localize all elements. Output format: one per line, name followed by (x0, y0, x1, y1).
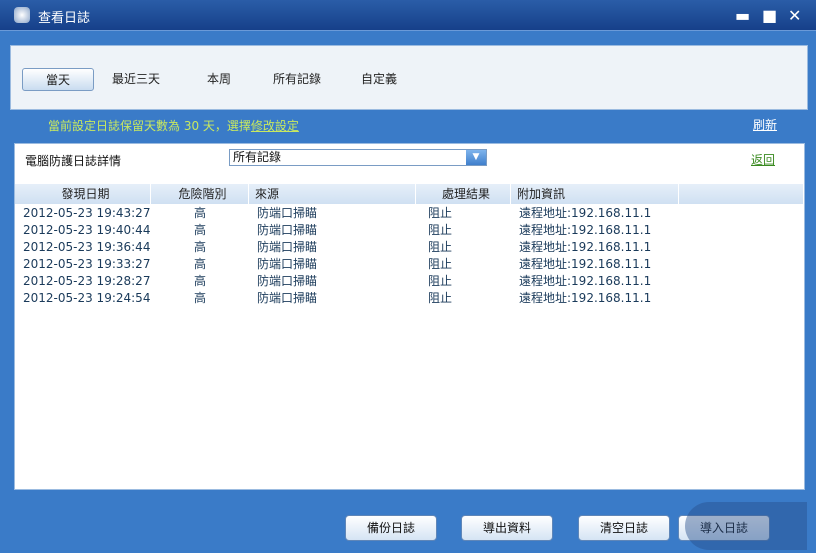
cell-date: 2012-05-23 19:28:27 (23, 274, 151, 288)
watermark-logo: ​ (685, 502, 807, 550)
table-row[interactable]: 2012-05-23 19:36:44 高 防端口掃瞄 阻止 遠程地址:192.168.… (15, 239, 804, 256)
clear-log-button[interactable]: 清空日誌 (578, 515, 670, 541)
log-rows: 2012-05-23 19:43:27 高防端口掃瞄 阻止 遠程地址:192.168.… (15, 205, 804, 307)
date-range-tabs: 當天 最近三天 本周 所有記錄 自定義 (10, 45, 808, 110)
cell-info: 遠程地址:192.168.11.1 (519, 206, 652, 220)
cell-info: 遠程地址:192.168.11.1 (519, 274, 652, 288)
log-detail-label: 電腦防護日誌詳情 (25, 154, 122, 168)
table-header: 發現日期 危險階別 來源 處理結果 附加資訊 (15, 184, 804, 204)
export-data-button[interactable]: 導出資料 (461, 515, 553, 541)
record-filter-select[interactable]: 所有記錄 ▼ (229, 149, 487, 166)
table-row[interactable]: 2012-05-23 19:43:27 高 防端口掃瞄 阻止 遠程地址:192.168.… (15, 205, 804, 222)
column-extra (679, 184, 804, 204)
title-bar: 查看日誌 ▬ ■ ✕ (0, 0, 816, 31)
tab-today[interactable]: 當天 (22, 68, 94, 91)
table-row[interactable]: 2012-05-23 19:40:44 高 防端口掃瞄 阻止 遠程地址:192.168.… (15, 222, 804, 239)
cell-source: 防端口掃瞄 (257, 291, 318, 305)
modify-settings-link[interactable]: 修改設定 (251, 119, 299, 133)
cell-info: 遠程地址:192.168.11.1 (519, 291, 652, 305)
back-link[interactable]: 返回 (751, 151, 775, 168)
cell-result: 阻止 (428, 274, 453, 288)
cell-level: 高 (193, 223, 206, 237)
close-button[interactable]: ✕ (788, 6, 801, 25)
cell-source: 防端口掃瞄 (257, 206, 318, 220)
table-row[interactable]: 2012-05-23 19:28:27 高 防端口掃瞄 阻止 遠程地址:192.168.… (15, 273, 804, 290)
cell-level: 高 (193, 240, 206, 254)
cell-info: 遠程地址:192.168.11.1 (519, 223, 652, 237)
tab-all-records[interactable]: 所有記錄 (273, 68, 321, 91)
cell-result: 阻止 (428, 291, 453, 305)
cell-date: 2012-05-23 19:43:27 (23, 206, 151, 220)
cell-result: 阻止 (428, 240, 453, 254)
retention-info: 當前設定日誌保留天數為 30 天，選擇修改設定 (48, 117, 299, 134)
cell-date: 2012-05-23 19:36:44 (23, 240, 151, 254)
tab-this-week[interactable]: 本周 (207, 68, 231, 91)
cell-result: 阻止 (428, 257, 453, 271)
refresh-link[interactable]: 刷新 (753, 116, 777, 133)
cell-date: 2012-05-23 19:24:54 (23, 291, 151, 305)
selected-value: 所有記錄 (233, 150, 282, 164)
cell-level: 高 (193, 274, 206, 288)
cell-source: 防端口掃瞄 (257, 274, 318, 288)
column-source[interactable]: 來源 (249, 184, 416, 204)
cell-date: 2012-05-23 19:33:27 (23, 257, 151, 271)
minimize-button[interactable]: ▬ (735, 6, 750, 25)
table-row[interactable]: 2012-05-23 19:24:54 高 防端口掃瞄 阻止 遠程地址:192.168.… (15, 290, 804, 307)
cell-level: 高 (193, 257, 206, 271)
retention-text: 當前設定日誌保留天數為 30 天，選擇 (48, 119, 251, 133)
chevron-down-icon[interactable]: ▼ (466, 150, 486, 165)
log-panel: 電腦防護日誌詳情 所有記錄 ▼ 返回 發現日期 危險階別 來源 處理結果 附加資訊… (14, 143, 805, 490)
column-level[interactable]: 危險階別 (151, 184, 249, 204)
cell-level: 高 (193, 291, 206, 305)
backup-log-button[interactable]: 備份日誌 (345, 515, 437, 541)
cell-source: 防端口掃瞄 (257, 240, 318, 254)
window-title: 查看日誌 (38, 11, 91, 26)
app-shield-icon (14, 7, 30, 23)
column-result[interactable]: 處理結果 (416, 184, 511, 204)
tab-custom[interactable]: 自定義 (361, 68, 397, 91)
cell-date: 2012-05-23 19:40:44 (23, 223, 151, 237)
cell-info: 遠程地址:192.168.11.1 (519, 240, 652, 254)
column-date[interactable]: 發現日期 (15, 184, 151, 204)
table-row[interactable]: 2012-05-23 19:33:27 高 防端口掃瞄 阻止 遠程地址:192.168.… (15, 256, 804, 273)
tab-last-three-days[interactable]: 最近三天 (112, 68, 160, 91)
column-info[interactable]: 附加資訊 (511, 184, 679, 204)
cell-level: 高 (193, 206, 206, 220)
cell-source: 防端口掃瞄 (257, 257, 318, 271)
cell-info: 遠程地址:192.168.11.1 (519, 257, 652, 271)
cell-source: 防端口掃瞄 (257, 223, 318, 237)
cell-result: 阻止 (428, 206, 453, 220)
maximize-button[interactable]: ■ (762, 6, 777, 25)
cell-result: 阻止 (428, 223, 453, 237)
